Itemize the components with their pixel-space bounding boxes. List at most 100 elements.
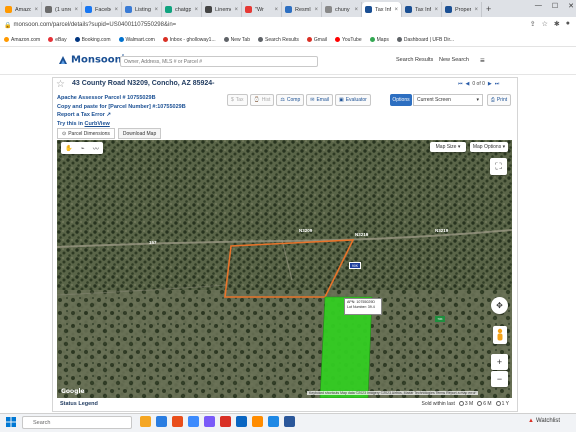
taskbar-app-icon[interactable]	[220, 416, 231, 427]
url-text[interactable]: monsoon.com/parcel/details?supid=US04001…	[13, 22, 176, 28]
taskbar-app-icon[interactable]	[268, 416, 279, 427]
close-tab-icon[interactable]: ×	[234, 7, 238, 13]
minimize-icon[interactable]: —	[535, 2, 542, 10]
browser-tab[interactable]: Facebook×	[82, 2, 122, 17]
watchlist-widget[interactable]: ▲ Watchlist	[528, 418, 560, 424]
report-tax-error-link[interactable]: Report a Tax Error ↗	[57, 111, 186, 120]
taskbar-app-icon[interactable]	[140, 416, 151, 427]
bookmark-item[interactable]: Amazon.com	[4, 37, 40, 43]
listing-marker[interactable]: 90K	[349, 262, 361, 269]
taskbar-app-icon[interactable]	[204, 416, 215, 427]
browser-tab[interactable]: Tax Info×	[362, 2, 402, 17]
share-icon[interactable]: ⇪	[530, 20, 536, 28]
sold-within-radio[interactable]: 3 M	[458, 401, 473, 407]
measure-icon[interactable]: ⌁	[81, 145, 85, 152]
action-button-evaluator[interactable]: ▣ Evaluator	[334, 94, 371, 106]
taskbar-app-icon[interactable]	[188, 416, 199, 427]
sold-within-radio[interactable]: 1 Y	[495, 401, 509, 407]
browser-tab[interactable]: Property×	[442, 2, 482, 17]
draw-line-icon[interactable]: 〰	[93, 144, 99, 153]
print-button[interactable]: ⎙ Print	[487, 94, 511, 106]
browser-tab[interactable]: Linemen×	[202, 2, 242, 17]
close-tab-icon[interactable]: ×	[434, 7, 438, 13]
prev-page-icon[interactable]: ◀	[466, 81, 470, 87]
browser-tab[interactable]: (1 unread×	[42, 2, 82, 17]
browser-tab[interactable]: Amazon×	[2, 2, 42, 17]
search-input[interactable]	[120, 56, 318, 67]
radio-icon[interactable]	[495, 401, 501, 407]
close-window-icon[interactable]: ✕	[568, 2, 574, 10]
taskbar-app-icon[interactable]	[252, 416, 263, 427]
close-tab-icon[interactable]: ×	[474, 7, 478, 13]
next-page-icon[interactable]: ▶	[488, 81, 492, 87]
search-results-link[interactable]: Search Results	[396, 57, 433, 63]
bookmark-item[interactable]: Dashboard | UFB Dir...	[396, 37, 454, 43]
panel-tab[interactable]: ⊙ Parcel Dimensions	[57, 128, 115, 139]
sold-within-radio[interactable]: 6 M	[477, 401, 492, 407]
close-tab-icon[interactable]: ×	[394, 7, 398, 13]
bookmark-item[interactable]: New Tab	[223, 37, 250, 43]
action-button-comp[interactable]: ⚖ Comp	[276, 94, 305, 106]
map-attribution[interactable]: Keyboard shortcuts Map data ©2023 Imager…	[307, 391, 478, 395]
panel-tab[interactable]: Download Map	[117, 128, 162, 139]
bookmark-item[interactable]: eBay	[48, 37, 67, 43]
maximize-icon[interactable]: ☐	[552, 2, 558, 10]
bookmark-item[interactable]: Search Results	[258, 37, 299, 43]
map-options-button[interactable]: Map Options ▾	[470, 142, 508, 152]
zoom-out-button[interactable]: −	[491, 371, 508, 387]
bookmark-item[interactable]: Maps	[369, 37, 389, 43]
taskbar-app-icon[interactable]	[284, 416, 295, 427]
browser-tab[interactable]: "Wr ×	[242, 2, 282, 17]
parcel-map[interactable]: ✋ ⌁ 〰 Map Size ▾ Map Options ▾ ⛶ ✥ + − N…	[57, 140, 512, 398]
close-tab-icon[interactable]: ×	[314, 7, 318, 13]
bookmark-item[interactable]: Gmail	[306, 37, 327, 43]
compass-icon[interactable]: ✥	[491, 297, 508, 314]
bookmark-item[interactable]: Walmart.com	[118, 37, 155, 43]
hamburger-menu-icon[interactable]: ≡	[480, 56, 485, 65]
listing-marker[interactable]: 70K	[435, 316, 445, 322]
action-button-tax[interactable]: $ Tax	[227, 94, 248, 106]
windows-start-icon[interactable]	[6, 417, 16, 427]
taskbar-app-icon[interactable]	[156, 416, 167, 427]
browser-tab[interactable]: Tax Info×	[402, 2, 442, 17]
close-tab-icon[interactable]: ×	[34, 7, 38, 13]
first-page-icon[interactable]: ⏮	[458, 81, 463, 87]
street-view-pegman-icon[interactable]	[493, 326, 507, 344]
curbview-link[interactable]: CurbView	[85, 121, 110, 127]
extensions-icon[interactable]: ✱	[554, 20, 560, 28]
zoom-in-button[interactable]: +	[491, 354, 508, 370]
action-button-email[interactable]: ✉ Email	[306, 94, 333, 106]
close-tab-icon[interactable]: ×	[154, 7, 158, 13]
close-tab-icon[interactable]: ×	[114, 7, 118, 13]
close-tab-icon[interactable]: ×	[194, 7, 198, 13]
browser-tab[interactable]: chuny ×	[322, 2, 362, 17]
screen-select[interactable]: Current Screen ▾	[413, 94, 483, 106]
taskbar-app-icon[interactable]	[172, 416, 183, 427]
browser-tab[interactable]: chatgpt ×	[162, 2, 202, 17]
favorite-star-icon[interactable]: ☆	[56, 79, 65, 90]
fullscreen-icon[interactable]: ⛶	[490, 158, 507, 175]
last-page-icon[interactable]: ⏭	[495, 81, 500, 87]
map-size-button[interactable]: Map Size ▾	[430, 142, 466, 152]
assessor-parcel-line[interactable]: Apache Assessor Parcel # 10755029B	[57, 94, 186, 103]
bookmark-item[interactable]: Inbox - gholloway1...	[162, 37, 216, 43]
new-tab-icon[interactable]: +	[486, 4, 491, 14]
action-button-hist[interactable]: ⌚ Hist	[249, 94, 275, 106]
options-button[interactable]: Options	[390, 94, 412, 106]
close-tab-icon[interactable]: ×	[274, 7, 278, 13]
profile-icon[interactable]: ●	[566, 20, 570, 28]
monsoon-logo[interactable]: Monsoon°	[58, 54, 124, 65]
close-tab-icon[interactable]: ×	[354, 7, 358, 13]
close-tab-icon[interactable]: ×	[74, 7, 78, 13]
bookmark-item[interactable]: Booking.com	[74, 37, 111, 43]
browser-tab[interactable]: Resmls×	[282, 2, 322, 17]
radio-icon[interactable]	[458, 401, 464, 407]
browser-tab[interactable]: Listing ×	[122, 2, 162, 17]
bookmark-star-icon[interactable]: ☆	[542, 20, 548, 28]
new-search-link[interactable]: New Search	[439, 57, 469, 63]
taskbar-search[interactable]: Search	[22, 416, 132, 429]
hand-icon[interactable]: ✋	[65, 145, 72, 152]
taskbar-app-icon[interactable]	[236, 416, 247, 427]
bookmark-item[interactable]: YouTube	[334, 37, 362, 43]
address-bar[interactable]: 🔒 monsoon.com/parcel/details?supid=US040…	[0, 17, 576, 33]
